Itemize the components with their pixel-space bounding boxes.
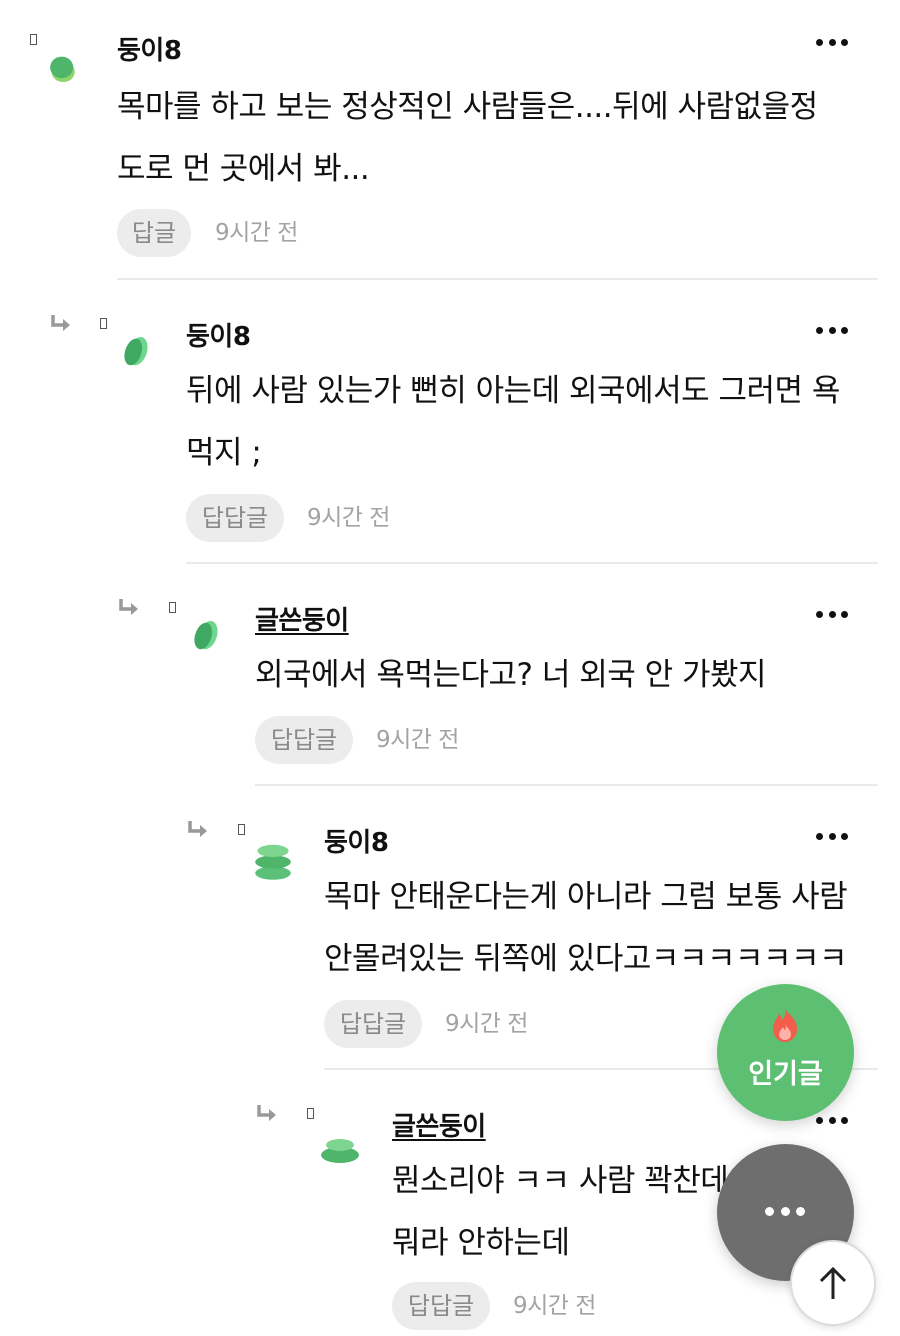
reply-button[interactable]: 답글 bbox=[117, 209, 191, 257]
more-dots-icon bbox=[765, 1207, 805, 1217]
level-marker bbox=[307, 1108, 314, 1119]
popular-posts-label: 인기글 bbox=[748, 1059, 823, 1090]
avatar[interactable] bbox=[44, 52, 84, 92]
comment-item: 둥이8 뒤에 사람 있는가 뻔히 아는데 외국에서도 그러면 욕 먹지 ; 답답… bbox=[0, 300, 900, 570]
arrow-up-icon bbox=[819, 1266, 847, 1299]
avatar[interactable] bbox=[253, 842, 293, 882]
scroll-top-button[interactable] bbox=[790, 1240, 876, 1326]
level-marker bbox=[169, 602, 176, 613]
reply-arrow-icon bbox=[188, 821, 207, 837]
more-options-icon[interactable] bbox=[816, 830, 848, 842]
comment-item: 둥이8 목마를 하고 보는 정상적인 사람들은....뒤에 사람없을정 도로 먼… bbox=[0, 14, 900, 284]
divider bbox=[186, 562, 878, 564]
reply-arrow-icon bbox=[257, 1105, 276, 1121]
avatar[interactable] bbox=[320, 1130, 360, 1170]
comment-author[interactable]: 둥이8 bbox=[117, 30, 182, 67]
more-options-icon[interactable] bbox=[816, 324, 848, 336]
more-options-icon[interactable] bbox=[816, 1114, 848, 1126]
more-options-icon[interactable] bbox=[816, 36, 848, 48]
more-options-icon[interactable] bbox=[816, 608, 848, 620]
comment-author[interactable]: 글쓴둥이 bbox=[392, 1106, 486, 1143]
divider bbox=[117, 278, 878, 280]
avatar[interactable] bbox=[116, 332, 156, 372]
comment-text: 뒤에 사람 있는가 뻔히 아는데 외국에서도 그러면 욕 먹지 ; bbox=[186, 373, 840, 471]
fire-icon bbox=[773, 1008, 797, 1042]
comment-time: 9시간 전 bbox=[215, 220, 298, 246]
comment-time: 9시간 전 bbox=[445, 1011, 528, 1037]
reply-button[interactable]: 답답글 bbox=[186, 494, 284, 542]
reply-arrow-icon bbox=[51, 315, 70, 331]
level-marker bbox=[100, 318, 107, 329]
comment-item: 글쓴둥이 외국에서 욕먹는다고? 너 외국 안 가봤지 답답글 9시간 전 bbox=[0, 584, 900, 794]
comment-text: 목마를 하고 보는 정상적인 사람들은....뒤에 사람없을정 도로 먼 곳에서… bbox=[117, 89, 818, 187]
comment-author[interactable]: 둥이8 bbox=[324, 822, 389, 859]
comment-author[interactable]: 글쓴둥이 bbox=[255, 600, 349, 637]
level-marker bbox=[238, 824, 245, 835]
comment-text: 목마 안태운다는게 아니라 그럼 보통 사람 안몰려있는 뒤쪽에 있다고ㅋㅋㅋㅋ… bbox=[324, 879, 848, 977]
reply-button[interactable]: 답답글 bbox=[324, 1000, 422, 1048]
avatar[interactable] bbox=[186, 616, 226, 656]
divider bbox=[255, 784, 878, 786]
comment-text: 외국에서 욕먹는다고? 너 외국 안 가봤지 bbox=[255, 657, 767, 693]
comment-time: 9시간 전 bbox=[513, 1293, 596, 1319]
reply-button[interactable]: 답답글 bbox=[255, 716, 353, 764]
popular-posts-button[interactable]: 인기글 bbox=[717, 984, 854, 1121]
reply-button[interactable]: 답답글 bbox=[392, 1282, 490, 1330]
level-marker bbox=[30, 34, 37, 45]
comment-author[interactable]: 둥이8 bbox=[186, 316, 251, 353]
comment-time: 9시간 전 bbox=[307, 505, 390, 531]
reply-arrow-icon bbox=[119, 599, 138, 615]
comment-time: 9시간 전 bbox=[376, 727, 459, 753]
